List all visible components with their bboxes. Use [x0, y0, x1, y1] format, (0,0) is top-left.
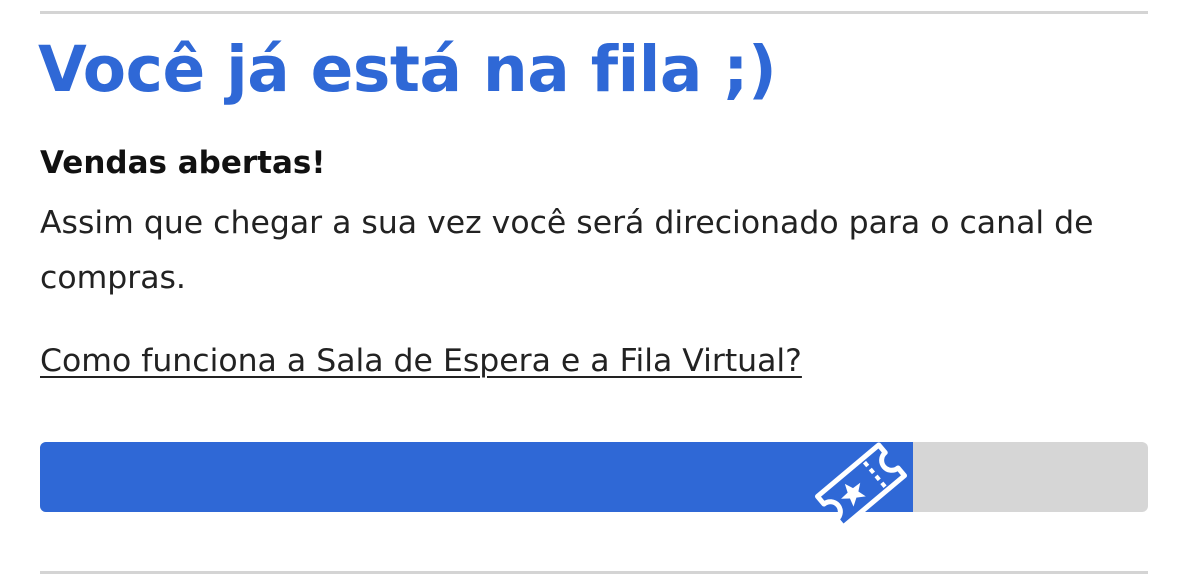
- sales-status: Vendas abertas!: [40, 145, 326, 181]
- ticket-star-icon: [815, 442, 907, 530]
- queue-progress-bar: [40, 442, 1148, 512]
- top-divider: [40, 11, 1148, 14]
- bottom-divider: [40, 571, 1148, 574]
- queue-progress-fill: [40, 442, 914, 512]
- queue-description: Assim que chegar a sua vez você será dir…: [40, 205, 1094, 296]
- page-title: Você já está na fila ;): [38, 33, 777, 106]
- help-link[interactable]: Como funciona a Sala de Espera e a Fila …: [40, 343, 802, 379]
- queue-page: Você já está na fila ;) Vendas abertas! …: [0, 0, 1200, 583]
